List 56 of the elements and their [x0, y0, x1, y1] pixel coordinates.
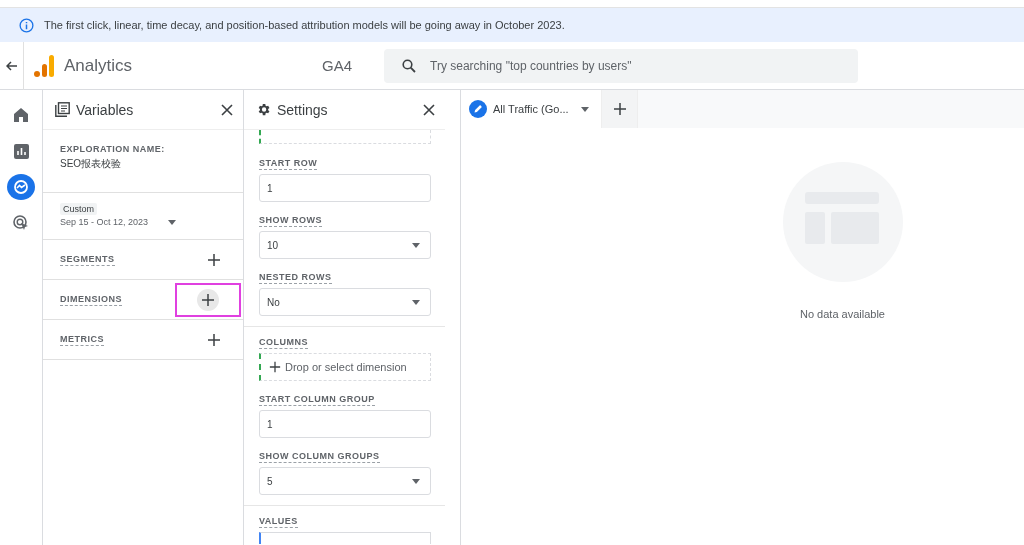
date-range-picker[interactable]: Sep 15 - Oct 12, 2023 — [60, 217, 226, 227]
plus-icon — [207, 252, 221, 267]
search-field[interactable]: Try searching "top countries by users" — [428, 57, 859, 74]
plus-icon — [207, 332, 221, 347]
product-name: Analytics — [64, 55, 133, 76]
field-label: VALUES — [259, 516, 298, 528]
pencil-icon — [469, 100, 487, 118]
drop-zone-text: Drop or select dimension — [285, 361, 407, 373]
field-label: SHOW ROWS — [259, 215, 322, 227]
plus-icon — [201, 292, 215, 307]
add-tab-button[interactable] — [601, 90, 638, 128]
search-bar[interactable]: Try searching "top countries by users" — [384, 48, 859, 83]
select-field[interactable]: No — [259, 288, 431, 316]
search-icon — [402, 58, 417, 73]
panel-title: Settings — [277, 101, 329, 118]
panel-title: Variables — [76, 101, 135, 118]
field-label: EXPLORATION NAME: — [60, 144, 166, 154]
dropdown-caret-icon — [412, 242, 420, 248]
list-icon — [55, 102, 70, 117]
back-arrow-icon — [6, 60, 17, 71]
empty-state-text: No data available — [800, 308, 885, 320]
field-label: START ROW — [259, 158, 318, 170]
field-label: NESTED ROWS — [259, 272, 332, 284]
field-label: COLUMNS — [259, 337, 308, 349]
input-field[interactable]: 1 — [259, 410, 431, 438]
dropdown-caret-icon — [581, 106, 589, 112]
field-label: START COLUMN GROUP — [259, 394, 375, 406]
select-field[interactable]: 5 — [259, 467, 431, 495]
select-field[interactable]: 10 — [259, 231, 431, 259]
analytics-logo — [34, 54, 54, 77]
field-label: SHOW COLUMN GROUPS — [259, 451, 380, 463]
drop-zone[interactable]: Drop or select dimension — [259, 353, 431, 381]
nav-rail-button[interactable] — [7, 174, 35, 200]
dropdown-caret-icon — [168, 219, 176, 225]
section-label: DIMENSIONS — [60, 293, 122, 306]
home-icon — [13, 107, 29, 123]
close-icon[interactable] — [423, 103, 435, 116]
input-field[interactable]: 1 — [259, 174, 431, 202]
plus-icon — [269, 361, 281, 373]
bar-chart-icon — [13, 143, 29, 159]
close-icon[interactable] — [221, 103, 233, 116]
exploration-name: SEO报表校验 — [60, 157, 123, 171]
dropdown-caret-icon — [412, 299, 420, 305]
plus-icon — [612, 102, 627, 116]
property-suffix: GA4 — [322, 57, 353, 74]
section-label: SEGMENTS — [60, 253, 115, 266]
gear-icon — [256, 102, 271, 117]
add-button[interactable] — [197, 288, 219, 311]
explore-icon — [13, 179, 29, 195]
info-icon — [19, 17, 34, 33]
dropdown-caret-icon — [412, 478, 420, 484]
banner-text: The first click, linear, time decay, and position-based attribution models will be going away in October 2023. — [44, 19, 565, 31]
date-chip: Custom — [60, 203, 97, 215]
target-cursor-icon — [13, 215, 29, 231]
tab[interactable]: All Traffic (Go... — [461, 90, 601, 128]
section-label: METRICS — [60, 333, 104, 346]
